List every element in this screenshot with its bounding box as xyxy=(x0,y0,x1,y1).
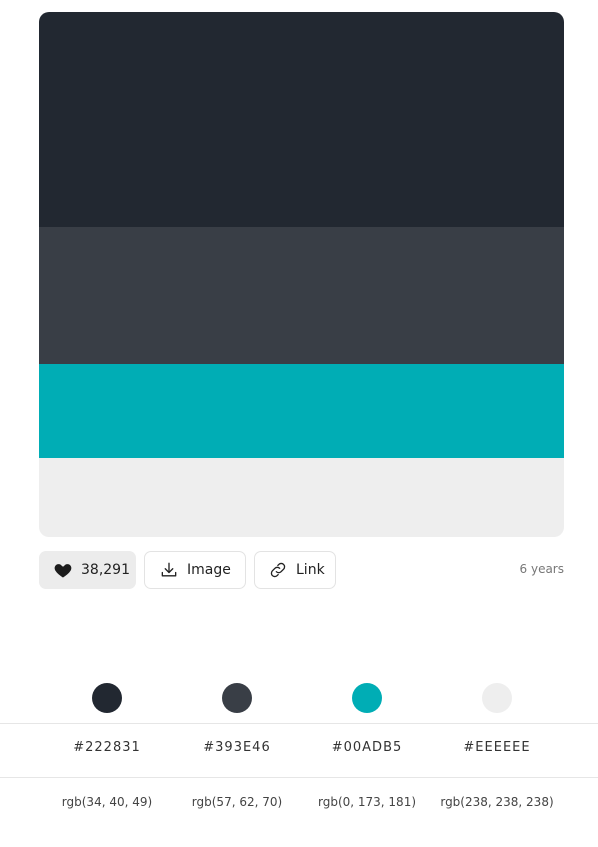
palette-page: 38,291 Image Link 6 years #222831 #393E4… xyxy=(0,0,598,847)
color-palette xyxy=(39,12,564,537)
color-dot-1[interactable] xyxy=(92,683,122,713)
color-dot-4[interactable] xyxy=(482,683,512,713)
image-button[interactable]: Image xyxy=(144,551,246,589)
swatch-4[interactable] xyxy=(39,458,564,537)
color-dot-3[interactable] xyxy=(352,683,382,713)
divider-top xyxy=(0,723,598,724)
hex-value-4[interactable]: #EEEEEE xyxy=(432,740,562,755)
divider-middle xyxy=(0,777,598,778)
color-dots-row xyxy=(0,680,598,723)
swatch-2[interactable] xyxy=(39,227,564,364)
color-dot-2[interactable] xyxy=(222,683,252,713)
rgb-value-3[interactable]: rgb(0, 173, 181) xyxy=(302,795,432,809)
link-button[interactable]: Link xyxy=(254,551,336,589)
swatch-3[interactable] xyxy=(39,364,564,458)
palette-actions: 38,291 Image Link 6 years xyxy=(39,551,564,589)
rgb-value-4[interactable]: rgb(238, 238, 238) xyxy=(432,795,562,809)
color-details: #222831 #393E46 #00ADB5 #EEEEEE rgb(34, … xyxy=(0,680,598,809)
image-button-label: Image xyxy=(187,562,231,578)
rgb-value-2[interactable]: rgb(57, 62, 70) xyxy=(172,795,302,809)
heart-icon xyxy=(53,560,73,580)
download-icon xyxy=(159,560,179,580)
swatch-1[interactable] xyxy=(39,12,564,227)
link-button-label: Link xyxy=(296,562,325,578)
like-count: 38,291 xyxy=(81,562,130,578)
rgb-value-1[interactable]: rgb(34, 40, 49) xyxy=(42,795,172,809)
hex-value-2[interactable]: #393E46 xyxy=(172,740,302,755)
palette-age: 6 years xyxy=(519,562,564,576)
hex-value-3[interactable]: #00ADB5 xyxy=(302,740,432,755)
link-icon xyxy=(268,560,288,580)
hex-value-1[interactable]: #222831 xyxy=(42,740,172,755)
like-button[interactable]: 38,291 xyxy=(39,551,136,589)
